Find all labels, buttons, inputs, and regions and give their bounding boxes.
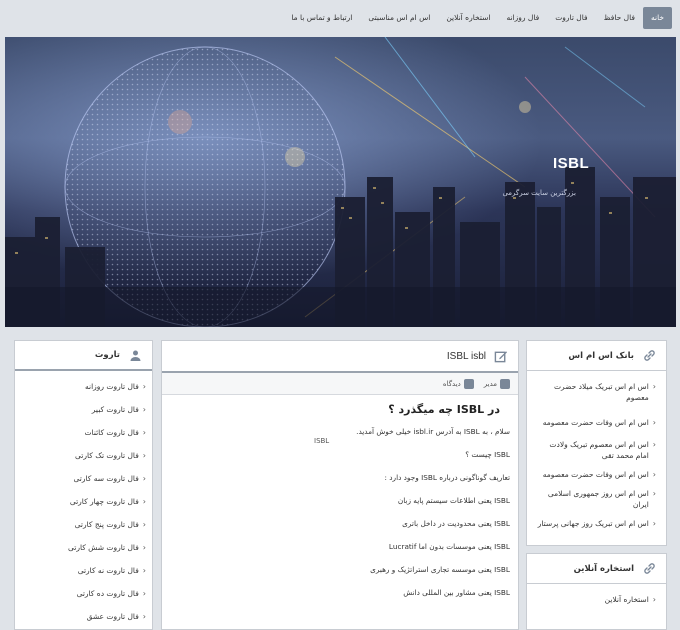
sms-item[interactable]: ‹ اس ام اس تبریک میلاد حضرت معصوم (537, 381, 656, 403)
tarot-item[interactable]: ‹ فال تاروت نه کارتی (25, 565, 146, 576)
chevron-left-icon: ‹ (142, 543, 146, 552)
tarot-item[interactable]: ‹ فال تاروت سه کارتی (25, 473, 146, 484)
tarot-item[interactable]: ‹ فال تاروت کائنات (25, 427, 146, 438)
chevron-left-icon: ‹ (142, 382, 146, 391)
nav-item-contact[interactable]: ارتباط و تماس با ما (283, 7, 360, 29)
tarot-item[interactable]: ‹ فال تاروت تک کارتی (25, 450, 146, 461)
tarot-item[interactable]: ‹ فال تاروت ده کارتی (25, 588, 146, 599)
tarot-item[interactable]: ‹ فال تاروت کبیر (25, 404, 146, 415)
chevron-left-icon: ‹ (652, 489, 656, 498)
link-icon (642, 562, 656, 576)
chevron-left-icon: ‹ (652, 470, 656, 479)
tarot-item[interactable]: ‹ فال تاروت عشق (25, 611, 146, 622)
sms-item[interactable]: ‹ اس ام اس معصوم تبریک ولادت امام محمد تق… (537, 439, 656, 461)
user-icon (500, 378, 510, 389)
nav-item-istikhara[interactable]: استخاره آنلاین (438, 7, 498, 29)
link-icon (642, 349, 656, 363)
sms-item[interactable]: ‹ اس ام اس تبریک روز جهانی پرستار (537, 518, 656, 529)
istikhara-title: استخاره آنلاین (573, 563, 634, 574)
top-nav: خانه فال حافظ فال تاروت فال روزانه استخا… (0, 0, 680, 35)
post-comments[interactable]: دیدگاه (443, 378, 474, 389)
post-title[interactable]: در ISBL چه میگذرد ؟ (170, 403, 500, 416)
chevron-left-icon: ‹ (142, 497, 146, 506)
post-paragraph: تعاریف گوناگونی درباره ISBL وجود دارد : (384, 473, 510, 482)
chevron-left-icon: ‹ (652, 382, 656, 391)
comment-icon (463, 378, 474, 389)
sms-bank-widget: بانک اس ام اس ‹ اس ام اس تبریک میلاد حضرت… (526, 340, 667, 546)
tarot-title: تاروت (94, 350, 120, 360)
post-meta: مدیر دیدگاه (162, 373, 518, 395)
chevron-left-icon: ‹ (142, 428, 146, 437)
edit-icon (494, 349, 508, 363)
tarot-widget: تاروت ‹ فال تاروت روزانه ‹ فال تاروت کبیر … (14, 340, 153, 630)
istikhara-item[interactable]: ‹ استخاره آنلاین (537, 594, 656, 605)
chevron-left-icon: ‹ (142, 589, 146, 598)
user-icon (128, 348, 142, 362)
hero-image (5, 37, 676, 327)
sms-item[interactable]: ‹ اس ام اس وفات حضرت معصومه (537, 417, 656, 428)
post-author[interactable]: مدیر (484, 378, 510, 389)
hero-banner: ISBL بزرگترین سایت سرگرمی (5, 37, 676, 327)
post-paragraph: ISBL یعنی محدودیت در داخل باتری (402, 519, 510, 528)
tarot-item[interactable]: ‹ فال تاروت شش کارتی (25, 542, 146, 553)
chevron-left-icon: ‹ (142, 520, 146, 529)
tarot-item[interactable]: ‹ فال تاروت روزانه (25, 381, 146, 392)
post-paragraph: ISBL یعنی مشاور بین المللی دانش (403, 588, 510, 597)
post-body: در ISBL چه میگذرد ؟ ISBL سلام ، به ISBL … (162, 395, 518, 598)
hero-title: ISBL (553, 155, 590, 172)
post-paragraph: ISBL یعنی اطلاعات سیستم پایه زبان (397, 496, 510, 505)
istikhara-header: استخاره آنلاین (527, 554, 666, 584)
post-header: ISBL isbl (162, 341, 518, 373)
nav-item-sms[interactable]: اس ام اس مناسبتی (360, 7, 438, 29)
post-card: ISBL isbl مدیر دیدگاه در ISBL چه میگذرد … (161, 340, 519, 630)
tarot-item[interactable]: ‹ فال تاروت پنج کارتی (25, 519, 146, 530)
istikhara-widget: استخاره آنلاین ‹ استخاره آنلاین (526, 553, 667, 630)
chevron-left-icon: ‹ (652, 440, 656, 449)
hero-subtitle: بزرگترین سایت سرگرمی (502, 189, 576, 197)
chevron-left-icon: ‹ (142, 612, 146, 621)
post-paragraph: ISBL یعنی موسسات بدون اما Lucratif (388, 542, 510, 551)
chevron-left-icon: ‹ (142, 451, 146, 460)
tarot-item[interactable]: ‹ فال تاروت چهار کارتی (25, 496, 146, 507)
chevron-left-icon: ‹ (652, 519, 656, 528)
tarot-header: تاروت (15, 341, 152, 371)
chevron-left-icon: ‹ (652, 595, 656, 604)
nav-item-home[interactable]: خانه (642, 6, 672, 29)
sms-item[interactable]: ‹ اس ام اس روز جمهوری اسلامی ایران (537, 488, 656, 510)
chevron-left-icon: ‹ (142, 474, 146, 483)
chevron-left-icon: ‹ (652, 418, 656, 427)
sms-bank-title: بانک اس ام اس (568, 350, 634, 361)
nav-item-tarot[interactable]: فال تاروت (547, 7, 595, 29)
sms-item[interactable]: ‹ اس ام اس وفات حضرت معصومه (537, 469, 656, 480)
chevron-left-icon: ‹ (142, 405, 146, 414)
nav-item-hafez[interactable]: فال حافظ (596, 7, 643, 29)
post-paragraph: ISBL یعنی موسسه تجاری استراتژیک و رهبری (370, 565, 510, 574)
chevron-left-icon: ‹ (142, 566, 146, 575)
post-image-caption: ISBL (314, 437, 330, 445)
post-header-title: ISBL isbl (446, 350, 486, 362)
post-paragraph: ISBL چیست ؟ (465, 450, 510, 459)
nav-item-daily[interactable]: فال روزانه (498, 7, 547, 29)
post-paragraph: سلام ، به ISBL به آدرس isbl.ir خیلی خوش … (356, 427, 510, 436)
sms-bank-header: بانک اس ام اس (527, 341, 666, 371)
